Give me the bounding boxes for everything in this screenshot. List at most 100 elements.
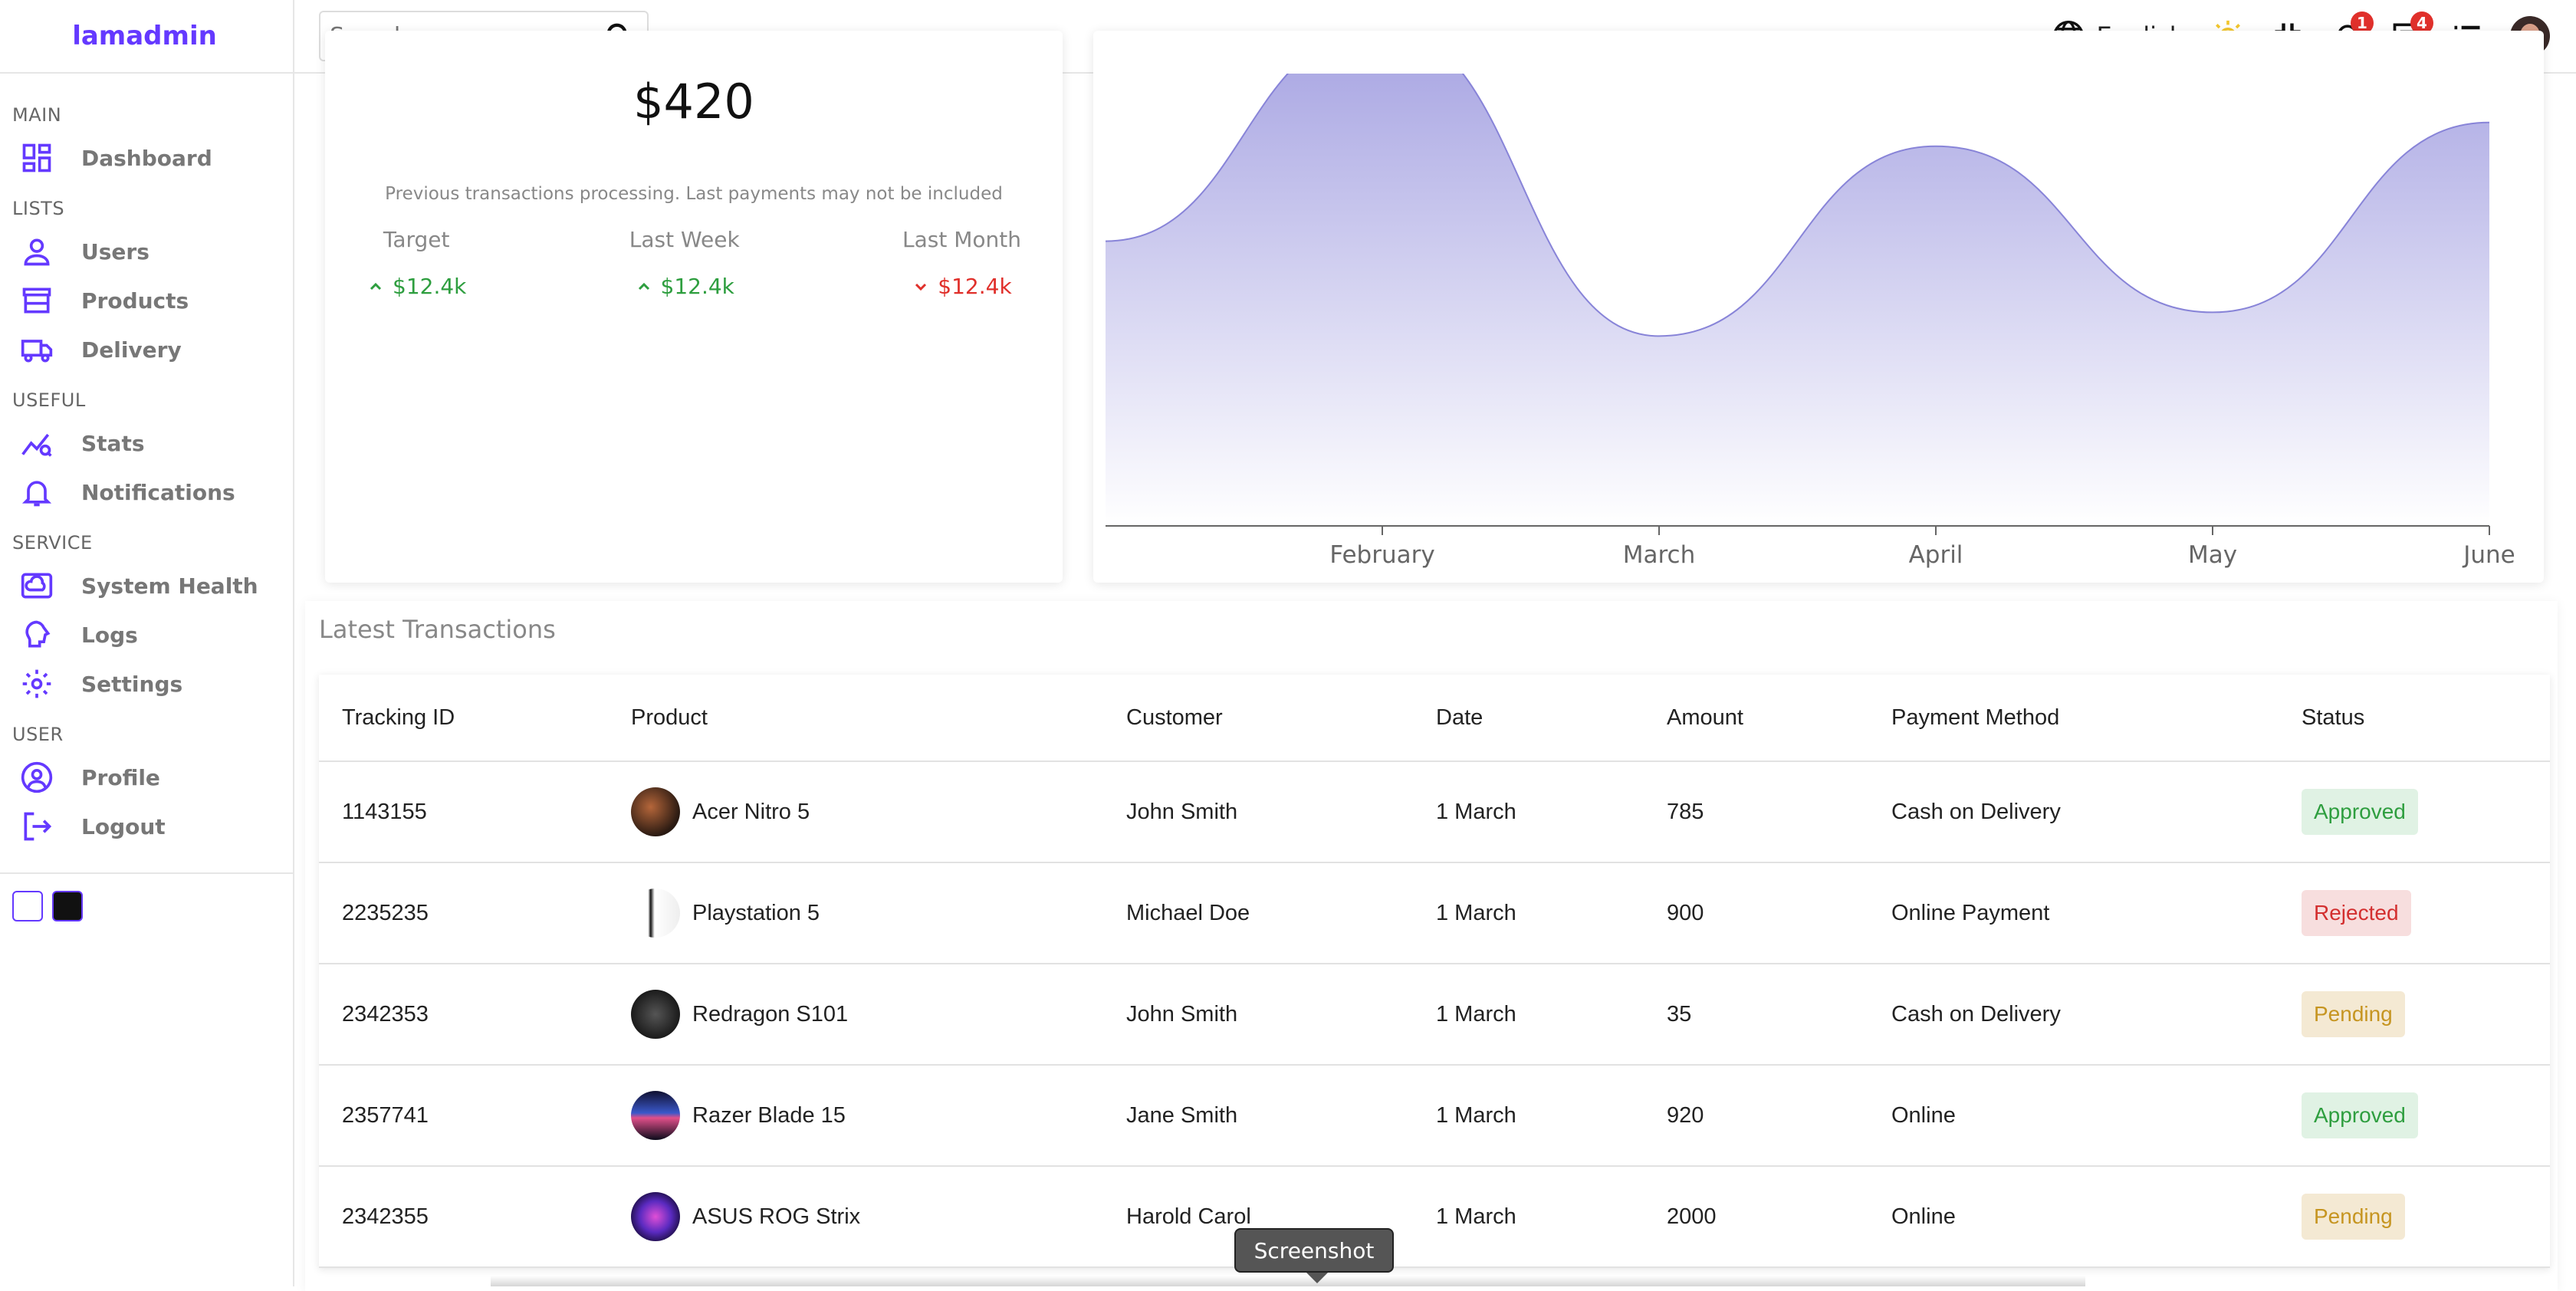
x-axis: February March April May June: [1106, 525, 2515, 569]
sidebar-item-dashboard[interactable]: Dashboard: [0, 133, 293, 182]
sidebar-item-logout[interactable]: Logout: [0, 802, 293, 851]
transactions-table-container: Tracking ID Product Customer Date Amount…: [319, 675, 2550, 1268]
cell-customer: John Smith: [1103, 761, 1413, 863]
product-name: Redragon S101: [692, 1001, 849, 1027]
chevron-up-icon: [370, 282, 382, 290]
column-header-payment-method[interactable]: Payment Method: [1868, 675, 2279, 762]
cell-amount: 920: [1644, 1065, 1868, 1167]
cell-payment-method: Cash on Delivery: [1868, 964, 2279, 1066]
transactions-table: Tracking ID Product Customer Date Amount…: [319, 675, 2550, 1268]
bell-icon: [21, 481, 52, 507]
column-header-tracking-id[interactable]: Tracking ID: [319, 675, 608, 762]
cell-status: Pending: [2279, 1166, 2550, 1268]
sidebar-nav: MAIN Dashboard LISTS Users Products Deli…: [0, 74, 293, 921]
status-badge: Pending: [2302, 991, 2405, 1037]
x-tick-label: February: [1329, 541, 1434, 569]
sidebar: lamadmin MAIN Dashboard LISTS Users Prod…: [0, 0, 294, 1286]
sidebar-item-profile[interactable]: Profile: [0, 753, 293, 802]
sidebar-item-system-health[interactable]: System Health: [0, 561, 293, 610]
cell-tracking-id: 2357741: [319, 1065, 608, 1167]
chevron-up-icon: [638, 282, 649, 290]
summary-amount: $12.4k: [938, 274, 1012, 299]
cell-payment-method: Online Payment: [1868, 862, 2279, 964]
sidebar-item-label: Products: [81, 287, 189, 314]
column-header-product[interactable]: Product: [608, 675, 1103, 762]
product-cell: Redragon S101: [631, 990, 1102, 1039]
product-cell: Razer Blade 15: [631, 1091, 1102, 1140]
summary-last-week: Last Week $12.4k: [629, 227, 740, 299]
summary-title: Last Week: [629, 227, 740, 252]
column-header-status[interactable]: Status: [2279, 675, 2550, 762]
product-image: [631, 787, 680, 836]
featured-amount: $420: [633, 74, 754, 130]
summary-title: Target: [383, 227, 450, 252]
logo-area: lamadmin: [0, 0, 293, 74]
section-title-main: MAIN: [12, 104, 62, 126]
x-tick-label: April: [1909, 541, 1963, 569]
table-row[interactable]: 2357741 Razer Blade 15 Jane Smith 1 Marc…: [319, 1065, 2550, 1167]
table-row[interactable]: 2342355 ASUS ROG Strix Harold Carol 1 Ma…: [319, 1166, 2550, 1268]
status-badge: Approved: [2302, 789, 2418, 835]
cell-tracking-id: 1143155: [319, 761, 608, 863]
gear-icon: [22, 669, 51, 698]
product-name: Razer Blade 15: [692, 1102, 846, 1128]
cell-status: Approved: [2279, 1065, 2550, 1167]
section-title-user: USER: [12, 724, 64, 745]
sidebar-item-notifications[interactable]: Notifications: [0, 468, 293, 517]
cell-date: 1 March: [1413, 1166, 1644, 1268]
sidebar-item-logs[interactable]: Logs: [0, 610, 293, 659]
color-option-light[interactable]: [12, 891, 43, 921]
product-cell: Playstation 5: [631, 889, 1102, 938]
sidebar-item-settings[interactable]: Settings: [0, 659, 293, 708]
table-row[interactable]: 1143155 Acer Nitro 5 John Smith 1 March …: [319, 761, 2550, 863]
cell-date: 1 March: [1413, 862, 1644, 964]
summary-value: $12.4k: [629, 274, 740, 299]
profile-icon: [21, 761, 53, 793]
product-cell: Acer Nitro 5: [631, 787, 1102, 836]
product-name: Playstation 5: [692, 900, 820, 925]
summary-amount: $12.4k: [393, 274, 467, 299]
table-row[interactable]: 2342353 Redragon S101 John Smith 1 March…: [319, 964, 2550, 1066]
transactions-title: Latest Transactions: [319, 615, 556, 644]
cell-date: 1 March: [1413, 761, 1644, 863]
product-cell: ASUS ROG Strix: [631, 1192, 1102, 1241]
sidebar-item-label: Stats: [81, 430, 145, 456]
color-options: [0, 872, 293, 921]
sidebar-item-products[interactable]: Products: [0, 276, 293, 325]
sidebar-item-label: Users: [81, 238, 150, 264]
summary-amount: $12.4k: [660, 274, 734, 299]
featured-description: Previous transactions processing. Last p…: [385, 184, 1003, 204]
sidebar-item-label: Delivery: [81, 337, 182, 363]
sidebar-item-delivery[interactable]: Delivery: [0, 325, 293, 374]
table-row[interactable]: 2235235 Playstation 5 Michael Doe 1 Marc…: [319, 862, 2550, 964]
summary-value: $12.4k: [366, 274, 466, 299]
column-header-date[interactable]: Date: [1413, 675, 1644, 762]
featured-card: $420 Previous transactions processing. L…: [325, 31, 1063, 583]
product-image: [631, 1192, 680, 1241]
cell-tracking-id: 2235235: [319, 862, 608, 964]
section-title-service: SERVICE: [12, 532, 93, 554]
logout-icon: [24, 812, 52, 841]
brain-icon: [25, 620, 51, 648]
cell-customer: Michael Doe: [1103, 862, 1413, 964]
sidebar-item-stats[interactable]: Stats: [0, 419, 293, 468]
column-header-amount[interactable]: Amount: [1644, 675, 1868, 762]
cell-amount: 2000: [1644, 1166, 1868, 1268]
summary-target: Target $12.4k: [366, 227, 466, 299]
cell-payment-method: Online: [1868, 1065, 2279, 1167]
chart-card: February March April May June: [1093, 31, 2544, 583]
stats-icon: [21, 433, 52, 457]
column-header-customer[interactable]: Customer: [1103, 675, 1413, 762]
cell-amount: 785: [1644, 761, 1868, 863]
app-logo[interactable]: lamadmin: [72, 21, 217, 51]
x-tick-label: March: [1623, 541, 1696, 569]
cell-customer: Jane Smith: [1103, 1065, 1413, 1167]
section-title-lists: LISTS: [12, 198, 65, 219]
color-option-dark[interactable]: [52, 891, 83, 921]
cell-product: Razer Blade 15: [608, 1065, 1103, 1167]
cell-date: 1 March: [1413, 1065, 1644, 1167]
sidebar-item-label: Logs: [81, 622, 138, 648]
x-tick-label: May: [2188, 541, 2237, 569]
sidebar-item-users[interactable]: Users: [0, 227, 293, 276]
store-icon: [22, 287, 51, 314]
